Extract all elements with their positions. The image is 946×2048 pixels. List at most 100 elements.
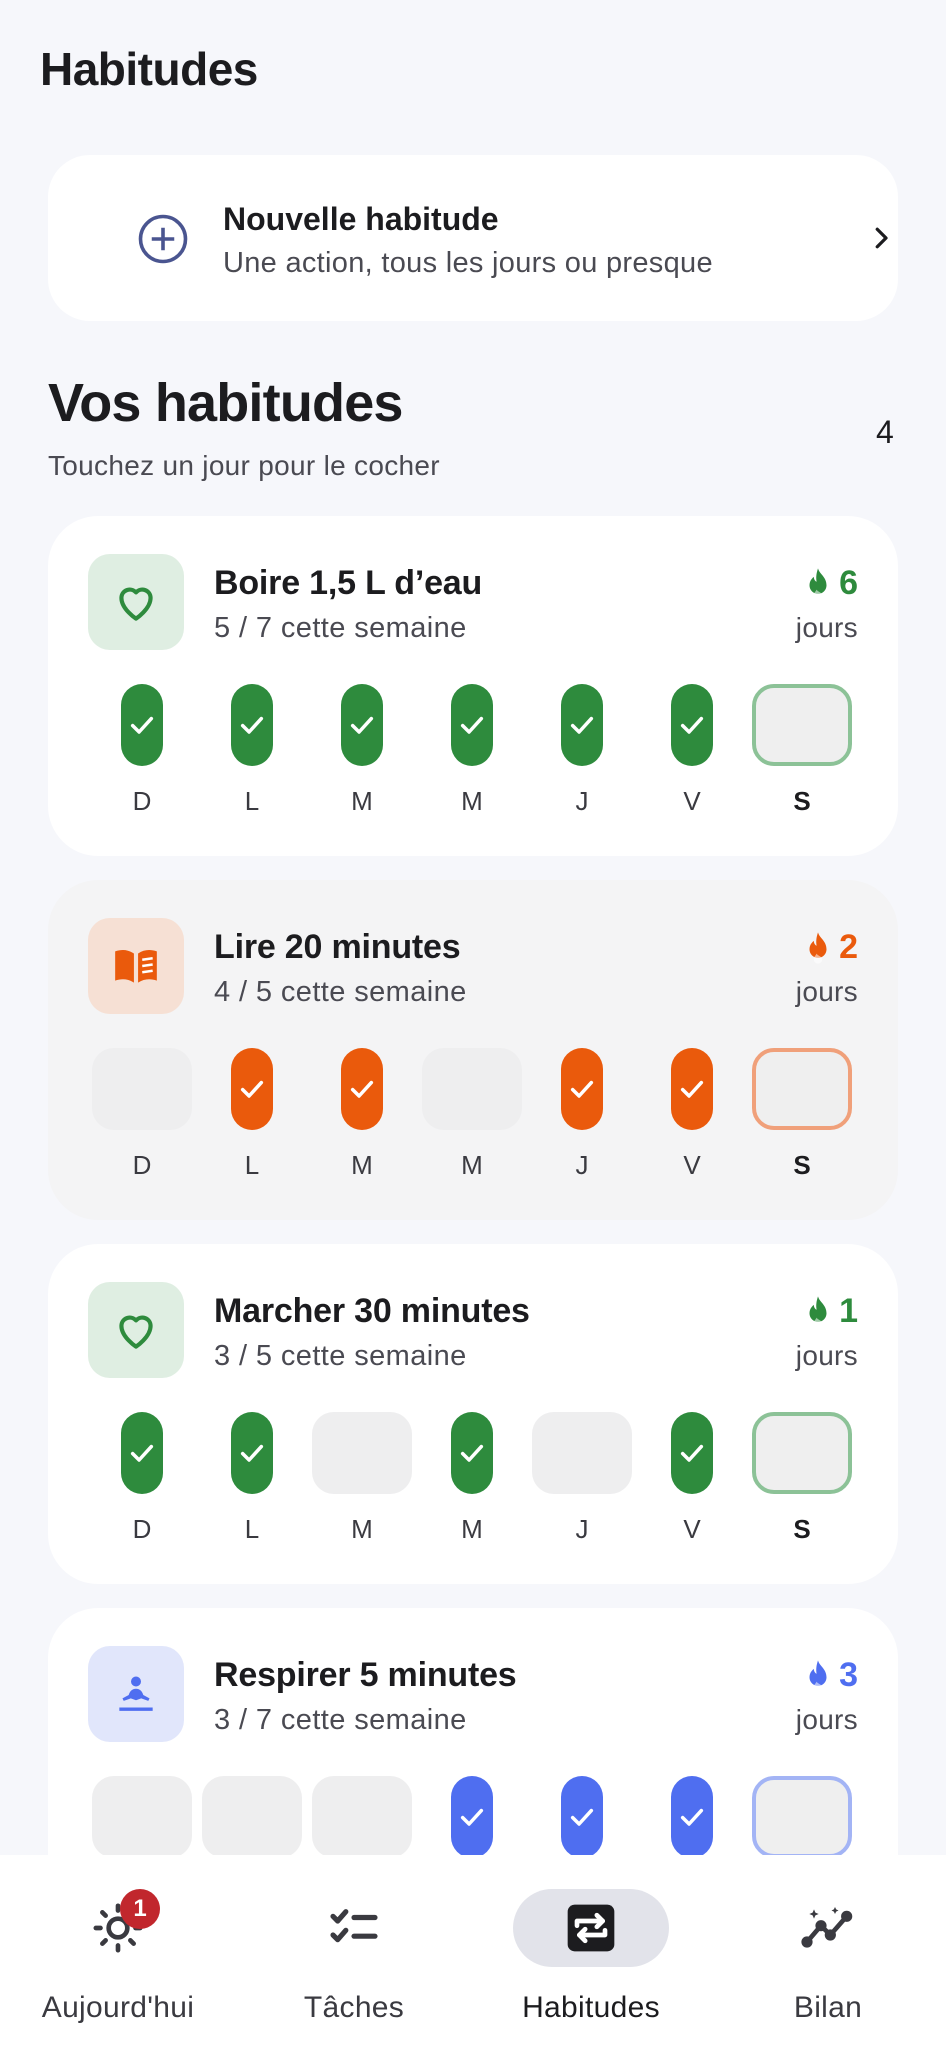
day-label: S bbox=[793, 1150, 811, 1180]
nav-item-habitudes[interactable]: Habitudes bbox=[481, 1855, 701, 2048]
nav-item-aujourd-hui[interactable]: 1 Aujourd'hui bbox=[8, 1855, 228, 2048]
check-icon bbox=[348, 711, 376, 739]
day-label: J bbox=[575, 1150, 589, 1180]
day-unchecked bbox=[202, 1776, 302, 1858]
day-toggle[interactable] bbox=[312, 684, 412, 766]
check-icon bbox=[678, 1803, 706, 1831]
day-today bbox=[752, 1048, 852, 1130]
day-checked bbox=[671, 1776, 713, 1858]
day-label: M bbox=[351, 1150, 373, 1180]
day-toggle[interactable] bbox=[642, 684, 742, 766]
day-checked bbox=[231, 684, 273, 766]
day-label: M bbox=[351, 786, 373, 816]
day-label: D bbox=[132, 786, 152, 816]
nav-item-bilan[interactable]: Bilan bbox=[718, 1855, 938, 2048]
day-today bbox=[752, 684, 852, 766]
book-icon bbox=[111, 941, 161, 991]
day-unchecked bbox=[312, 1776, 412, 1858]
heart-icon bbox=[111, 577, 161, 627]
day-toggle[interactable] bbox=[202, 684, 302, 766]
chevron-right-icon bbox=[875, 227, 888, 249]
day-toggle[interactable] bbox=[422, 1048, 522, 1130]
habit-icon-box bbox=[88, 554, 184, 650]
day-toggle[interactable] bbox=[312, 1048, 412, 1130]
day-checked bbox=[451, 1412, 493, 1494]
habit-name: Marcher 30 minutes bbox=[214, 1292, 530, 1330]
streak-value: 3 bbox=[839, 1656, 858, 1694]
habit-icon-box bbox=[88, 1646, 184, 1742]
day-toggle[interactable] bbox=[422, 1412, 522, 1494]
day-toggle[interactable] bbox=[532, 1776, 632, 1858]
day-checked bbox=[561, 684, 603, 766]
day-toggle[interactable] bbox=[422, 1776, 522, 1858]
nav-item-tâches[interactable]: Tâches bbox=[244, 1855, 464, 2048]
day-toggle[interactable] bbox=[752, 1412, 852, 1494]
habit-progress: 4 / 5 cette semaine bbox=[214, 976, 467, 1008]
day-toggle[interactable] bbox=[642, 1776, 742, 1858]
day-toggle[interactable] bbox=[752, 1776, 852, 1858]
day-checked bbox=[341, 684, 383, 766]
heart-icon bbox=[111, 1305, 161, 1355]
day-toggle[interactable] bbox=[642, 1048, 742, 1130]
day-label: D bbox=[132, 1514, 152, 1544]
check-icon bbox=[458, 711, 486, 739]
day-toggle[interactable] bbox=[312, 1776, 412, 1858]
habit-streak: 1 bbox=[803, 1292, 858, 1331]
habit-card[interactable]: Marcher 30 minutes 3 / 5 cette semaine 1 … bbox=[48, 1244, 898, 1584]
day-checked bbox=[231, 1048, 273, 1130]
day-checked bbox=[671, 1412, 713, 1494]
day-toggle[interactable] bbox=[532, 684, 632, 766]
habit-streak: 6 bbox=[803, 564, 858, 603]
new-habit-card[interactable]: Nouvelle habitude Une action, tous les j… bbox=[48, 155, 898, 321]
nav-icon-container bbox=[513, 1889, 669, 1967]
new-habit-title: Nouvelle habitude bbox=[223, 201, 499, 237]
day-toggle[interactable] bbox=[752, 1048, 852, 1130]
habit-name: Respirer 5 minutes bbox=[214, 1656, 517, 1694]
day-toggle[interactable] bbox=[202, 1776, 302, 1858]
habit-streak: 2 bbox=[803, 928, 858, 967]
day-toggle[interactable] bbox=[92, 1048, 192, 1130]
section-subtitle: Touchez un jour pour le cocher bbox=[48, 450, 440, 481]
flame-icon bbox=[803, 931, 833, 965]
day-label: V bbox=[683, 1150, 701, 1180]
habit-name: Lire 20 minutes bbox=[214, 928, 461, 966]
streak-unit: jours bbox=[795, 612, 858, 643]
day-toggle[interactable] bbox=[202, 1048, 302, 1130]
day-toggle[interactable] bbox=[92, 1776, 192, 1858]
day-toggle[interactable] bbox=[92, 684, 192, 766]
day-toggle[interactable] bbox=[92, 1412, 192, 1494]
check-icon bbox=[238, 1075, 266, 1103]
checklist-icon bbox=[326, 1900, 382, 1956]
section-title: Vos habitudes bbox=[48, 373, 403, 433]
day-checked bbox=[451, 684, 493, 766]
day-toggle[interactable] bbox=[642, 1412, 742, 1494]
habit-icon-box bbox=[88, 918, 184, 1014]
day-unchecked bbox=[92, 1776, 192, 1858]
day-toggle[interactable] bbox=[532, 1048, 632, 1130]
streak-unit: jours bbox=[795, 1340, 858, 1371]
day-label: J bbox=[575, 1514, 589, 1544]
day-toggle[interactable] bbox=[752, 684, 852, 766]
nav-icon-container bbox=[40, 1889, 196, 1967]
habit-icon-box bbox=[88, 1282, 184, 1378]
streak-unit: jours bbox=[795, 976, 858, 1007]
habit-card[interactable]: Boire 1,5 L d’eau 5 / 7 cette semaine 6 j… bbox=[48, 516, 898, 856]
repeat-icon bbox=[563, 1900, 619, 1956]
flame-icon bbox=[803, 567, 833, 601]
day-unchecked bbox=[532, 1412, 632, 1494]
insights-icon bbox=[800, 1900, 856, 1956]
day-toggle[interactable] bbox=[312, 1412, 412, 1494]
nav-label: Habitudes bbox=[522, 1991, 660, 2024]
habit-card[interactable]: Lire 20 minutes 4 / 5 cette semaine 2 jou… bbox=[48, 880, 898, 1220]
day-toggle[interactable] bbox=[202, 1412, 302, 1494]
day-unchecked bbox=[422, 1048, 522, 1130]
day-label: S bbox=[793, 1514, 811, 1544]
day-toggle[interactable] bbox=[532, 1412, 632, 1494]
day-label: V bbox=[683, 1514, 701, 1544]
day-label: L bbox=[244, 1150, 260, 1180]
day-toggle[interactable] bbox=[422, 684, 522, 766]
day-label: L bbox=[244, 786, 260, 816]
day-label: V bbox=[683, 786, 701, 816]
check-icon bbox=[678, 1439, 706, 1467]
nav-label: Bilan bbox=[793, 1991, 863, 2024]
